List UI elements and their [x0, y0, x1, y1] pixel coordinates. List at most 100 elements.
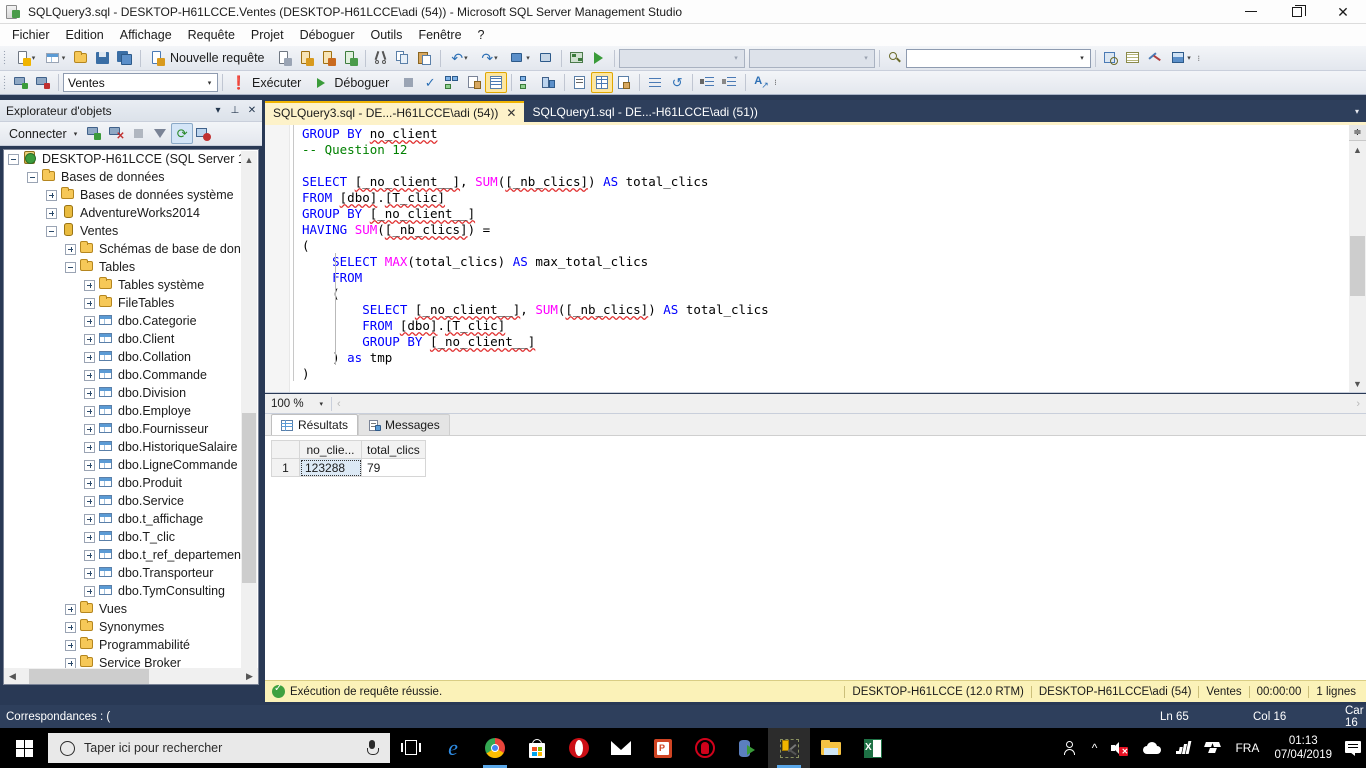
menu-affichage[interactable]: Affichage	[112, 26, 180, 44]
menu-projet[interactable]: Projet	[243, 26, 292, 44]
increase-indent-icon[interactable]	[719, 72, 741, 93]
maximize-button[interactable]	[1274, 0, 1320, 24]
editor-hscroll-right-icon[interactable]: ›	[1356, 398, 1360, 410]
expand-icon[interactable]	[84, 495, 95, 507]
toolbar-grip[interactable]	[3, 50, 6, 66]
tree-node[interactable]: dbo.Collation	[4, 348, 242, 366]
editor-vscroll-thumb[interactable]	[1350, 236, 1365, 296]
tree-node[interactable]: dbo.Categorie	[4, 312, 242, 330]
connect-icon[interactable]	[10, 72, 32, 93]
connect-object-explorer-icon[interactable]	[83, 123, 105, 144]
run-icon[interactable]	[588, 48, 610, 69]
disconnect-object-explorer-icon[interactable]: ✕	[105, 123, 127, 144]
results-to-file-icon[interactable]	[613, 72, 635, 93]
expand-icon[interactable]	[65, 603, 76, 615]
language-indicator[interactable]: FRA	[1228, 741, 1266, 755]
antivirus-icon[interactable]	[684, 728, 726, 768]
expand-icon[interactable]	[65, 621, 76, 633]
collapse-icon[interactable]	[65, 261, 76, 273]
new-analysis-services-mdx-query-icon[interactable]	[295, 48, 317, 69]
collapse-icon[interactable]	[46, 225, 57, 237]
toolbar-combo-2[interactable]: ▾	[748, 48, 875, 68]
zoom-selector[interactable]: 100 % ▾	[268, 395, 326, 412]
tab-sqlquery1[interactable]: SQLQuery1.sql - DE...-H61LCCE\adi (51))	[524, 101, 766, 122]
tree-node[interactable]: Vues	[4, 600, 242, 618]
parse-icon[interactable]: ✓	[419, 72, 441, 93]
tree-node[interactable]: Schémas de base de donn	[4, 240, 242, 258]
object-explorer-icon[interactable]: ▾	[1166, 48, 1196, 69]
tree-node[interactable]: dbo.Client	[4, 330, 242, 348]
new-analysis-services-xmla-query-icon[interactable]	[339, 48, 361, 69]
tree-node[interactable]: FileTables	[4, 294, 242, 312]
tab-resultats[interactable]: Résultats	[271, 414, 359, 435]
expand-icon[interactable]	[84, 297, 95, 309]
tree-node[interactable]: dbo.Transporteur	[4, 564, 242, 582]
expand-icon[interactable]	[84, 441, 95, 453]
expand-icon[interactable]	[84, 333, 95, 345]
tree-node[interactable]: dbo.LigneCommande	[4, 456, 242, 474]
tree-node[interactable]: Synonymes	[4, 618, 242, 636]
refresh-icon[interactable]: ⟳	[171, 123, 194, 144]
solution-explorer-icon[interactable]	[1100, 48, 1122, 69]
column-header[interactable]: total_clics	[361, 440, 426, 459]
table-cell[interactable]: 79	[361, 458, 426, 477]
expand-icon[interactable]	[84, 513, 95, 525]
tree-node[interactable]: AdventureWorks2014	[4, 204, 242, 222]
microphone-icon[interactable]	[366, 740, 379, 756]
expand-icon[interactable]	[84, 279, 95, 291]
close-icon[interactable]: ✕	[244, 103, 260, 119]
tree-node[interactable]: dbo.T_clic	[4, 528, 242, 546]
dropbox-icon[interactable]	[1198, 741, 1228, 755]
decrease-indent-icon[interactable]	[697, 72, 719, 93]
scroll-right-arrow[interactable]: ▶	[241, 669, 258, 684]
volume-muted-icon[interactable]: ✕	[1104, 740, 1136, 756]
debug-button[interactable]: Déboguer	[309, 72, 397, 93]
search-input[interactable]: Taper ici pour rechercher	[48, 733, 390, 763]
show-diagram-pane-icon[interactable]	[566, 48, 588, 69]
tree-node[interactable]: Programmabilité	[4, 636, 242, 654]
tree-node[interactable]: Tables	[4, 258, 242, 276]
scroll-left-arrow[interactable]: ◀	[4, 669, 21, 684]
stop-icon[interactable]	[127, 123, 149, 144]
object-explorer-vscrollbar[interactable]: ▲ ▼	[241, 151, 257, 681]
tree-node[interactable]: dbo.Division	[4, 384, 242, 402]
results-to-grid-icon[interactable]	[485, 72, 508, 93]
object-explorer-tree[interactable]: DESKTOP-H61LCCE (SQL Server 12.0 Bases de…	[3, 149, 259, 683]
onedrive-icon[interactable]	[1136, 742, 1168, 754]
tab-list-dropdown-icon[interactable]: ▾	[1348, 101, 1366, 122]
tree-node[interactable]: dbo.TymConsulting	[4, 582, 242, 600]
include-client-statistics-icon[interactable]	[538, 72, 560, 93]
disconnect-icon[interactable]	[32, 72, 54, 93]
opera-icon[interactable]	[558, 728, 600, 768]
open-file-icon[interactable]	[70, 48, 92, 69]
excel-icon[interactable]: X	[852, 728, 894, 768]
comment-icon[interactable]	[644, 72, 666, 93]
expand-icon[interactable]	[65, 639, 76, 651]
find-icon[interactable]	[884, 48, 906, 69]
collapse-icon[interactable]	[8, 153, 19, 165]
query-options-icon[interactable]	[463, 72, 485, 93]
toolbar-combo-1[interactable]: ▾	[618, 48, 745, 68]
menu-requete[interactable]: Requête	[180, 26, 243, 44]
tab-messages[interactable]: Messages	[358, 414, 450, 435]
editor-scroll-down-arrow[interactable]: ▼	[1349, 375, 1366, 392]
editor-code[interactable]: GROUP BY no_client -- Question 12 SELECT …	[290, 125, 1349, 392]
expand-icon[interactable]	[84, 567, 95, 579]
find-input[interactable]: ▾	[905, 48, 1091, 68]
save-icon[interactable]	[92, 48, 114, 69]
expand-icon[interactable]	[84, 351, 95, 363]
editor-hscroll-left-icon[interactable]: ‹	[337, 398, 341, 410]
grid-corner-cell[interactable]	[271, 440, 300, 459]
tree-node[interactable]: dbo.t_ref_departement	[4, 546, 242, 564]
scroll-up-arrow[interactable]: ▲	[241, 151, 257, 168]
row-number[interactable]: 1	[271, 458, 300, 477]
menu-help[interactable]: ?	[470, 26, 493, 44]
people-icon[interactable]	[1055, 740, 1085, 756]
new-query-current-connection-icon[interactable]	[273, 48, 295, 69]
results-grid[interactable]: no_clie... total_clics 1 123288 79	[271, 440, 426, 477]
notification-icon[interactable]	[1340, 741, 1366, 756]
execute-button[interactable]: ❗ Exécuter	[227, 72, 309, 93]
expand-icon[interactable]	[84, 459, 95, 471]
uncomment-icon[interactable]: ↺	[666, 72, 688, 93]
expand-icon[interactable]	[46, 189, 57, 201]
